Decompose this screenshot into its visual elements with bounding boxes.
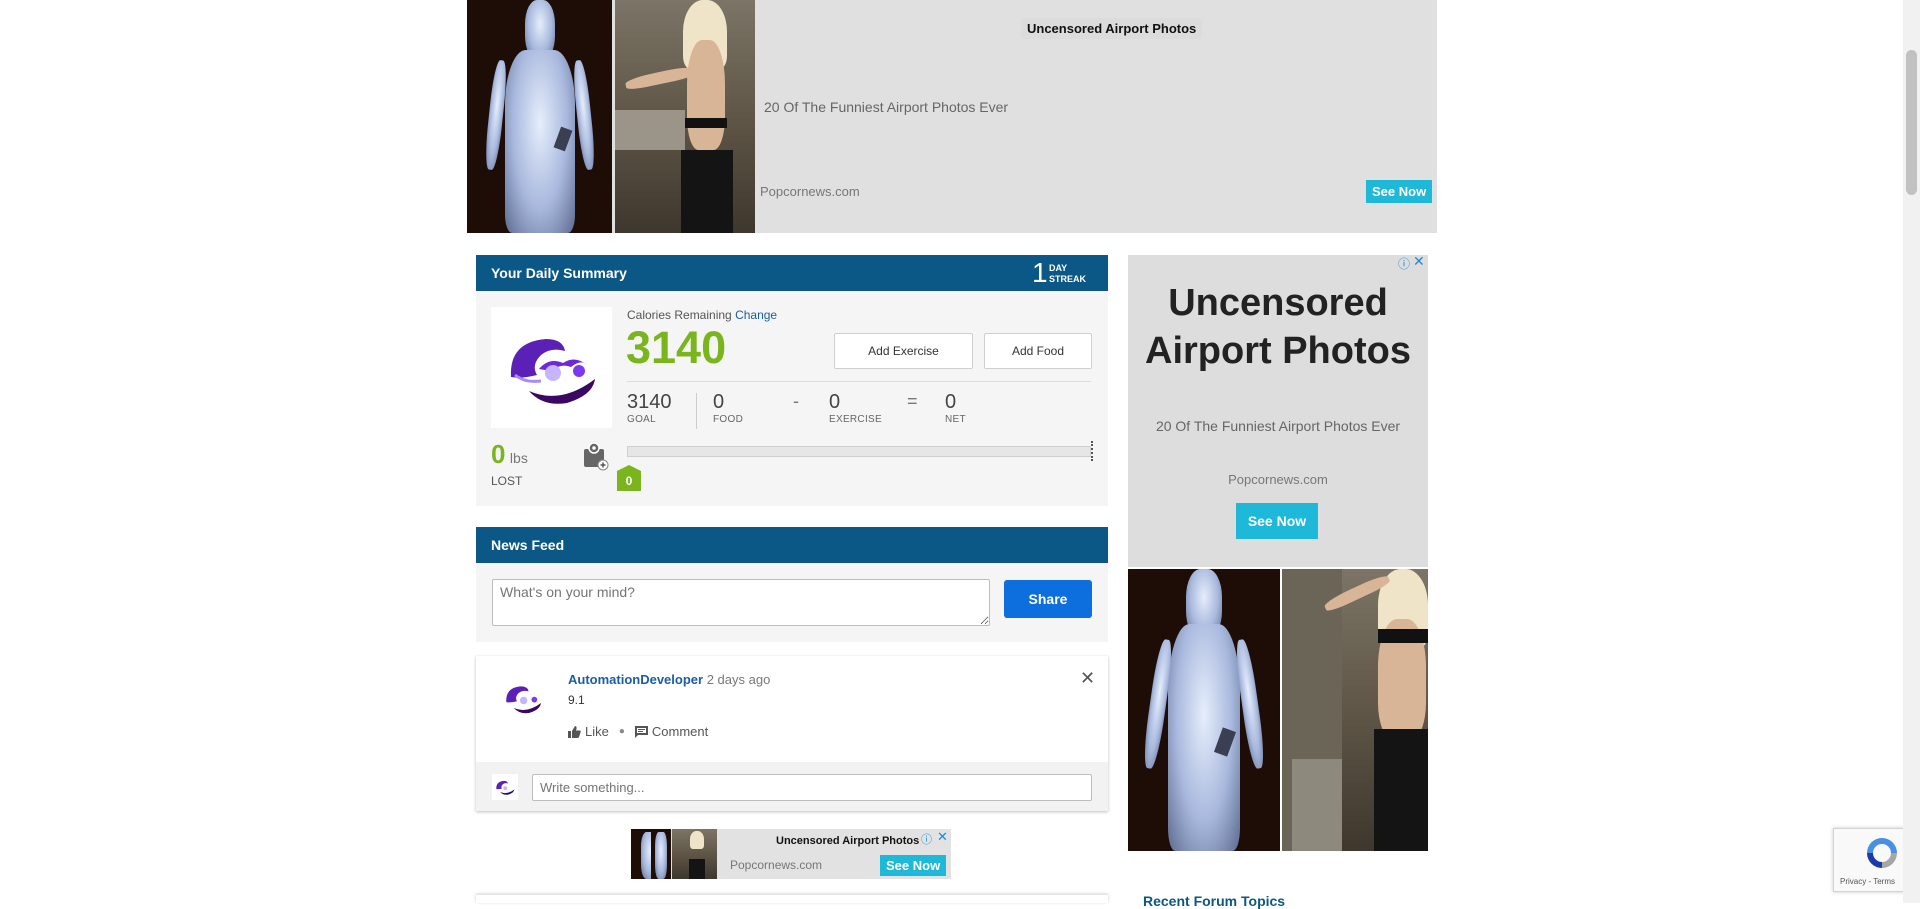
side-ad-see-now-button[interactable]: See Now [1236, 503, 1318, 539]
comment-label: Comment [651, 724, 709, 739]
comment-button[interactable]: Comment [634, 724, 709, 739]
add-exercise-button[interactable]: Add Exercise [834, 333, 973, 369]
recent-forum-topics-heading[interactable]: Recent Forum Topics [1143, 893, 1285, 909]
post-avatar-logo-icon [506, 686, 541, 714]
calories-remaining-label-row: Calories Remaining Change [627, 308, 777, 322]
share-button[interactable]: Share [1004, 580, 1092, 618]
side-ad-info-icon[interactable]: ⓘ [1398, 255, 1410, 272]
side-ad-close-icon[interactable]: ✕ [1413, 253, 1425, 270]
stat-food-label: FOOD [713, 414, 744, 425]
stat-net: 0 NET [945, 391, 966, 425]
calories-remaining-label: Calories Remaining [627, 308, 732, 322]
ad-source[interactable]: Popcornews.com [760, 184, 860, 199]
minus-sign: - [793, 391, 799, 411]
post-body: 9.1 [568, 693, 585, 707]
streak-label: DAY STREAK [1049, 263, 1087, 284]
stat-divider [696, 393, 697, 429]
ad-close-icon[interactable]: ✕ [937, 829, 948, 845]
news-feed-composer: Share [476, 563, 1108, 642]
comment-row [476, 762, 1108, 811]
post-avatar[interactable] [498, 677, 548, 719]
comment-input[interactable] [532, 774, 1092, 801]
bottom-ad-source[interactable]: Popcornews.com [730, 858, 822, 872]
ad-subtitle[interactable]: 20 Of The Funniest Airport Photos Ever [764, 99, 1008, 115]
top-ad-banner[interactable]: Uncensored Airport Photos 20 Of The Funn… [467, 0, 1437, 233]
daily-summary-header: Your Daily Summary 1 DAY STREAK [476, 255, 1108, 291]
news-feed-title: News Feed [491, 537, 565, 553]
side-ad-subtitle[interactable]: 20 Of The Funniest Airport Photos Ever [1128, 418, 1428, 434]
comment-avatar [492, 774, 518, 800]
change-link[interactable]: Change [735, 308, 777, 322]
stat-exercise-value: 0 [829, 391, 841, 413]
action-separator: ● [618, 726, 625, 737]
progress-end-marker [1091, 441, 1095, 461]
close-icon[interactable]: ✕ [1080, 668, 1095, 689]
calories-remaining-value: 3140 [626, 322, 727, 373]
like-label: Like [585, 724, 609, 739]
bottom-ad-title[interactable]: Uncensored Airport Photos [776, 835, 919, 847]
feed-post: AutomationDeveloper 2 days ago 9.1 ✕ Lik… [476, 656, 1108, 811]
side-ad-source[interactable]: Popcornews.com [1128, 472, 1428, 487]
scrollbar-thumb[interactable] [1906, 50, 1917, 195]
recaptcha-icon [1867, 838, 1897, 868]
weigh-in-icon[interactable] [582, 442, 610, 471]
thumbs-up-icon [568, 725, 581, 738]
stat-goal: 3140 GOAL [627, 391, 672, 425]
progress-marker: 0 [617, 471, 641, 491]
calorie-progress-bar [627, 446, 1091, 457]
weight-lost-label: LOST [491, 474, 523, 488]
status-input[interactable] [492, 579, 990, 626]
weight-lost-unit: lbs [509, 450, 528, 466]
stat-goal-label: GOAL [627, 414, 656, 425]
bottom-ad-photo-image [672, 829, 717, 879]
equals-sign: = [907, 391, 918, 411]
weight-lost-value: 0 [491, 439, 506, 469]
news-feed-header: News Feed [476, 527, 1108, 563]
stat-goal-value: 3140 [627, 391, 672, 413]
avatar-logo-icon [510, 339, 595, 404]
recaptcha-links[interactable]: Privacy - Terms [1840, 877, 1895, 886]
side-ad-xray-image [1128, 569, 1280, 851]
divider [627, 381, 1091, 382]
add-food-button[interactable]: Add Food [984, 333, 1092, 369]
stat-net-label: NET [945, 414, 966, 425]
side-ad-photo-image [1282, 569, 1428, 851]
bottom-ad-banner[interactable]: Uncensored Airport Photos Popcornews.com… [631, 829, 951, 879]
post-meta: AutomationDeveloper 2 days ago [568, 672, 770, 687]
post-time: 2 days ago [706, 672, 771, 687]
ad-info-icon[interactable]: ⓘ [921, 831, 932, 847]
avatar[interactable] [491, 307, 612, 428]
next-post-card [476, 895, 1108, 903]
stat-exercise-label: EXERCISE [829, 414, 882, 425]
daily-summary-title: Your Daily Summary [491, 265, 627, 281]
ad-title[interactable]: Uncensored Airport Photos [1021, 18, 1203, 39]
side-ad-title[interactable]: Uncensored Airport Photos [1128, 279, 1428, 375]
ad-see-now-button[interactable]: See Now [1366, 180, 1433, 203]
stat-food-value: 0 [713, 391, 725, 413]
daily-summary-body: Calories Remaining Change 3140 Add Exerc… [476, 291, 1108, 506]
ad-xray-image [467, 0, 612, 233]
post-author-link[interactable]: AutomationDeveloper [568, 672, 703, 687]
like-button[interactable]: Like [568, 724, 609, 739]
comment-icon [634, 725, 648, 738]
stat-food: 0 FOOD [713, 391, 743, 425]
streak-count: 1 [1032, 257, 1048, 288]
side-ad-banner[interactable]: ⓘ ✕ Uncensored Airport Photos 20 Of The … [1128, 253, 1428, 567]
ad-photo-image [615, 0, 755, 233]
stat-net-value: 0 [945, 391, 957, 413]
bottom-ad-see-now-button[interactable]: See Now [880, 855, 947, 876]
weight-lost: 0 lbs [491, 439, 528, 470]
post-actions: Like ● Comment [568, 724, 708, 739]
stat-exercise: 0 EXERCISE [829, 391, 882, 425]
comment-avatar-logo-icon [496, 780, 515, 795]
bottom-ad-xray-image-2 [651, 829, 671, 879]
